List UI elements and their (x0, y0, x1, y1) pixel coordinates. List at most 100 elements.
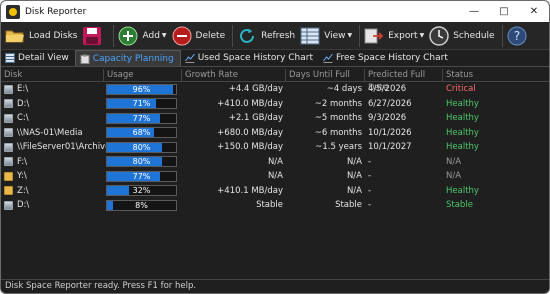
help-button[interactable]: ? (506, 23, 531, 49)
view-tabs: Detail View Capacity Planning Used Space… (1, 50, 549, 67)
chevron-down-icon: ▼ (419, 32, 425, 39)
predicted-date-cell: - (368, 200, 372, 211)
growth-rate-cell: +4.4 GB/day (228, 84, 283, 95)
usage-bar: 77% (106, 112, 177, 124)
disk-cell: E:\ (1, 84, 104, 94)
status-bar: Disk Space Reporter ready. Press F1 for … (1, 279, 549, 293)
delete-circle-icon (171, 25, 193, 47)
usage-cell: 77% (104, 170, 182, 182)
disk-name: D:\ (17, 98, 30, 109)
table-row[interactable]: D:\ 71% +410.0 MB/day ~2 months 6/27/2026 Hea… (1, 97, 549, 112)
drive-icon (4, 200, 13, 210)
drive-icon (4, 128, 13, 138)
tab-free-space-history-chart[interactable]: Free Space History Chart (319, 50, 454, 66)
tab-label: Capacity Planning (92, 53, 174, 64)
usage-percent: 8% (135, 200, 148, 210)
refresh-label: Refresh (261, 30, 296, 41)
close-button[interactable]: ✕ (519, 1, 549, 22)
add-circle-icon (117, 25, 139, 47)
disk-cell: C:\ (1, 113, 104, 123)
grid-view-icon (299, 25, 321, 47)
line-chart-icon (184, 53, 195, 63)
column-header-growth-rate[interactable]: Growth Rate (182, 69, 286, 81)
window-title: Disk Reporter (25, 6, 87, 17)
usage-percent: 77% (132, 171, 151, 181)
column-header-disk[interactable]: Disk (1, 69, 104, 81)
status-cell: N/A (446, 171, 462, 182)
disk-name: E:\ (17, 84, 29, 95)
schedule-label: Schedule (453, 30, 495, 41)
chevron-down-icon: ▼ (347, 32, 353, 39)
table-row[interactable]: C:\ 77% +2.1 GB/day ~5 months 9/3/2026 Health… (1, 111, 549, 126)
app-window: Disk Reporter — □ ✕ Load Disks Add ▼ Del… (0, 0, 550, 294)
line-chart-icon (323, 53, 333, 63)
table-row[interactable]: \\FileServer01\Archives 80% +150.0 MB/day ~… (1, 140, 549, 155)
grid-header: Disk Usage Growth Rate Days Until Full P… (1, 69, 549, 93)
toolbar-separator (232, 24, 234, 47)
usage-bar: 71% (106, 98, 177, 110)
table-row[interactable]: E:\ 96% +4.4 GB/day ~4 days 4/5/2026 Critical (1, 82, 549, 97)
days-until-full-cell: ~6 months (314, 127, 362, 138)
table-row[interactable]: D:\ 8% Stable Stable - Stable (1, 198, 549, 213)
delete-button[interactable]: Delete (171, 23, 226, 49)
column-header-status[interactable]: Status (443, 69, 549, 81)
tab-label: Used Space History Chart (197, 53, 313, 63)
load-disks-button[interactable]: Load Disks (4, 23, 77, 49)
schedule-button[interactable]: Schedule (428, 23, 495, 49)
chevron-down-icon: ▼ (161, 32, 167, 39)
tab-label: Detail View (18, 53, 69, 63)
disk-name: D:\ (17, 200, 30, 211)
days-until-full-cell: N/A (346, 156, 362, 167)
drive-icon (4, 84, 13, 94)
days-until-full-cell: N/A (346, 171, 362, 182)
usage-percent: 32% (132, 186, 151, 196)
add-button[interactable]: Add ▼ (117, 23, 167, 49)
usage-bar: 77% (106, 170, 177, 182)
delete-label: Delete (195, 30, 226, 41)
growth-rate-cell: +410.1 MB/day (217, 185, 283, 196)
disk-name: F:\ (17, 156, 27, 167)
disk-cell: \\FileServer01\Archives (1, 142, 115, 152)
usage-bar: 80% (106, 141, 177, 153)
load-disks-label: Load Disks (29, 30, 78, 41)
table-row[interactable]: F:\ 80% N/A N/A - N/A (1, 155, 549, 170)
disk-name: Y:\ (17, 171, 27, 182)
save-button[interactable] (81, 23, 106, 49)
predicted-date-cell: - (368, 185, 372, 196)
table-row[interactable]: \\NAS-01\Media 68% +680.0 MB/day ~6 months 1… (1, 126, 549, 141)
export-button[interactable]: Export ▼ (363, 23, 424, 49)
days-until-full-cell: Stable (335, 200, 362, 211)
folder-icon (4, 171, 13, 181)
usage-cell: 96% (104, 83, 182, 95)
usage-cell: 80% (104, 156, 182, 168)
growth-rate-cell: N/A (267, 156, 283, 167)
view-label: View (324, 30, 346, 41)
tab-detail-view[interactable]: Detail View (1, 50, 75, 66)
column-header-days-until-full[interactable]: Days Until Full (286, 69, 365, 81)
tab-label: Free Space History Chart (336, 53, 448, 63)
drive-icon (4, 142, 13, 152)
toolbar-separator (113, 24, 115, 47)
table-row[interactable]: Z:\ 32% +410.1 MB/day N/A - Healthy (1, 184, 549, 199)
tab-capacity-planning[interactable]: Capacity Planning (74, 50, 181, 66)
status-cell: Healthy (446, 98, 479, 109)
usage-cell: 80% (104, 141, 182, 153)
toolbar-separator (359, 24, 361, 47)
view-button[interactable]: View ▼ (299, 23, 352, 49)
drive-icon (4, 157, 13, 167)
usage-cell: 77% (104, 112, 182, 124)
usage-bar: 96% (106, 83, 177, 95)
usage-percent: 77% (132, 113, 151, 123)
refresh-button[interactable]: Refresh (236, 23, 295, 49)
days-until-full-cell: ~2 months (314, 98, 362, 109)
column-header-usage[interactable]: Usage (104, 69, 182, 81)
clipboard-icon (80, 54, 90, 64)
column-header-predicted-full-date[interactable]: Predicted Full Date (365, 69, 443, 93)
table-row[interactable]: Y:\ 77% N/A N/A - N/A (1, 169, 549, 184)
usage-bar: 68% (106, 127, 177, 139)
disk-cell: F:\ (1, 157, 104, 167)
maximize-button[interactable]: □ (489, 1, 519, 22)
minimize-button[interactable]: — (459, 1, 489, 22)
tab-used-space-history-chart[interactable]: Used Space History Chart (181, 50, 319, 66)
refresh-icon (236, 25, 258, 47)
